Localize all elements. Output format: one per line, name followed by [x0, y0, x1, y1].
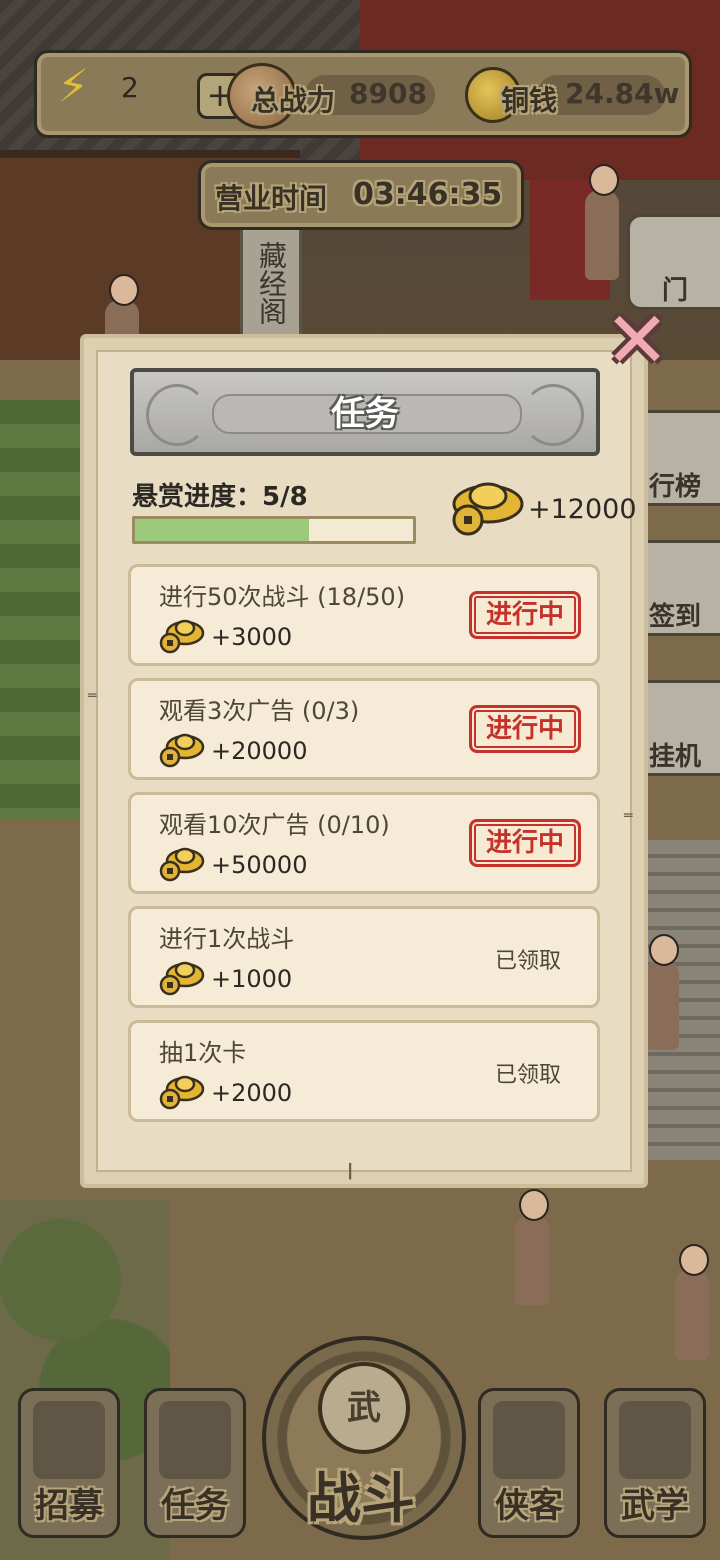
nav-recruit-label: 招募 — [35, 1486, 103, 1526]
task-row: 抽1次卡 +2000 已领取 — [128, 1020, 600, 1122]
gold-ingot-icon — [159, 619, 205, 654]
task-name: 进行1次战斗 — [159, 925, 295, 953]
energy-value: 2 — [121, 71, 139, 104]
villager — [515, 1189, 549, 1305]
nav-heroes-label: 侠客 — [495, 1486, 563, 1526]
paper-mark: ┃ — [346, 1164, 355, 1180]
gold-ingot-icon — [159, 961, 205, 996]
task-reward: +2000 — [211, 1079, 293, 1107]
battle-button[interactable]: 武 战斗 — [262, 1336, 466, 1560]
top-resource-bar: ⚡ 2 + 总战力 8908 铜钱 24.84w — [34, 50, 692, 138]
task-reward: +3000 — [211, 623, 293, 651]
in-progress-button[interactable]: 进行中 — [469, 819, 581, 867]
dialog-title-plate: 任务 — [130, 368, 600, 456]
paper-mark: ═ — [624, 808, 633, 824]
library-plaque: 藏经阁 — [240, 220, 302, 346]
nav-martial-arts-button[interactable]: 武学 — [604, 1388, 706, 1538]
nav-tasks-label: 任务 — [161, 1486, 229, 1526]
nav-heroes-button[interactable]: 侠客 — [478, 1388, 580, 1538]
task-row: 进行1次战斗 +1000 已领取 — [128, 906, 600, 1008]
business-hours-time: 03:46:35 — [353, 177, 503, 212]
villager — [675, 1244, 709, 1360]
coin-value: 24.84w — [565, 77, 680, 110]
task-reward: +20000 — [211, 737, 308, 765]
task-name: 观看3次广告 (0/3) — [159, 697, 360, 725]
coin-label: 铜钱 — [501, 84, 558, 117]
bounty-progress-fill — [135, 519, 309, 541]
close-dialog-button[interactable]: ✕ — [604, 302, 670, 380]
task-row: 观看10次广告 (0/10) +50000 进行中 — [128, 792, 600, 894]
power-value: 8908 — [349, 77, 427, 110]
bounty-progress-bar — [132, 516, 416, 544]
bounty-reward-value: +12000 — [528, 494, 637, 525]
business-hours-label: 营业时间 — [215, 182, 328, 215]
battle-label: 战斗 — [307, 1467, 415, 1530]
task-name: 抽1次卡 — [159, 1039, 247, 1067]
in-progress-button[interactable]: 进行中 — [469, 591, 581, 639]
in-progress-button[interactable]: 进行中 — [469, 705, 581, 753]
gold-ingot-icon — [159, 733, 205, 768]
nav-martial-arts-label: 武学 — [621, 1486, 689, 1526]
claimed-status-label: 已领取 — [494, 949, 561, 974]
task-name: 观看10次广告 (0/10) — [159, 811, 390, 839]
task-reward: +1000 — [211, 965, 293, 993]
recruit-icon — [33, 1401, 105, 1479]
claimed-status-label: 已领取 — [494, 1063, 561, 1088]
nav-recruit-button[interactable]: 招募 — [18, 1388, 120, 1538]
gold-ingot-icon — [452, 482, 524, 536]
task-row: 观看3次广告 (0/3) +20000 进行中 — [128, 678, 600, 780]
scroll-icon — [159, 1401, 231, 1479]
task-name: 进行50次战斗 (18/50) — [159, 583, 406, 611]
task-row: 进行50次战斗 (18/50) +3000 进行中 — [128, 564, 600, 666]
gold-ingot-icon — [159, 847, 205, 882]
meditation-icon — [493, 1401, 565, 1479]
task-dialog: ═ ═ ┃ 任务 悬赏进度：5/8 +12000 进行50次战斗 (18/50)… — [80, 334, 648, 1188]
gold-ingot-icon — [159, 1075, 205, 1110]
war-drum-icon: 武 — [318, 1362, 410, 1454]
book-icon — [619, 1401, 691, 1479]
power-label: 总战力 — [251, 84, 336, 117]
nav-tasks-button[interactable]: 任务 — [144, 1388, 246, 1538]
villager — [645, 934, 679, 1050]
lightning-icon: ⚡ — [57, 59, 90, 113]
villager — [585, 164, 619, 280]
dialog-title: 任务 — [331, 394, 399, 434]
task-reward: +50000 — [211, 851, 308, 879]
bounty-progress-label: 悬赏进度：5/8 — [132, 482, 308, 512]
business-hours-panel: 营业时间 03:46:35 — [198, 160, 524, 230]
paper-mark: ═ — [88, 688, 97, 704]
